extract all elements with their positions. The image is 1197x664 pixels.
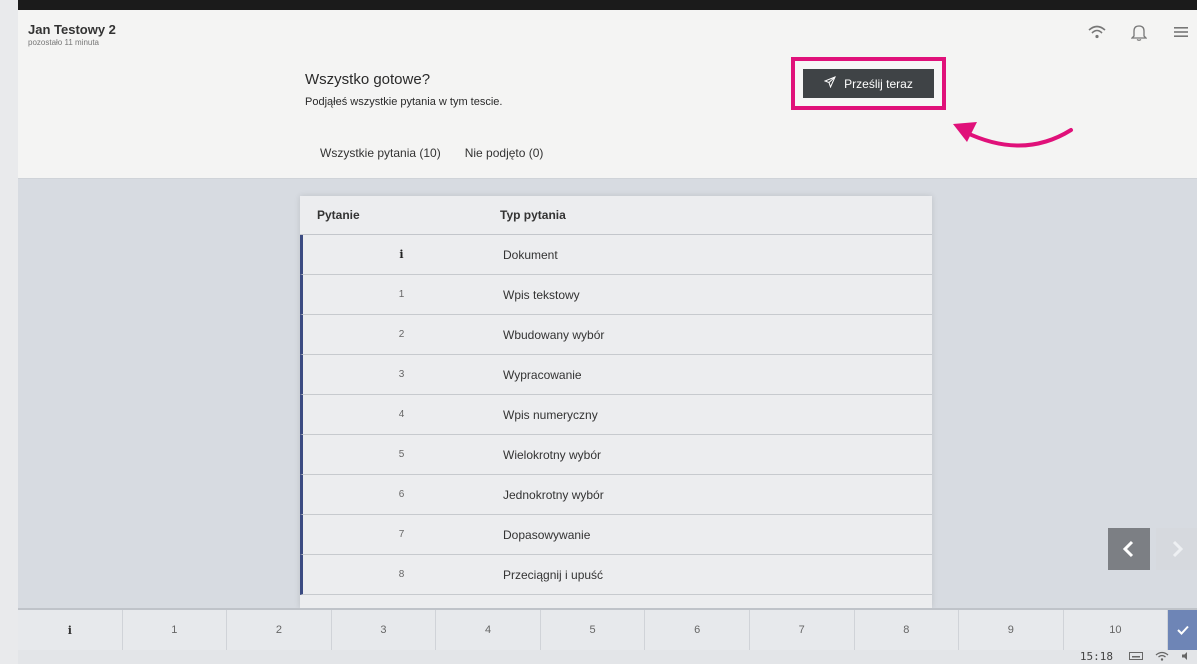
system-clock: 15:18 [1079,650,1113,663]
screen-bezel-top [0,0,1197,10]
question-number: 5 [398,449,405,460]
table-row[interactable]: 1 Wpis tekstowy [300,275,932,315]
question-number: 8 [398,569,405,580]
send-icon [823,76,837,91]
screen: Jan Testowy 2 pozostało 11 minuta Wszyst… [18,10,1197,664]
table-row[interactable]: 7 Dopasowywanie [300,515,932,555]
send-now-button[interactable]: Prześlij teraz [803,69,934,98]
question-number: 4 [398,409,405,420]
question-type: Wpis numeryczny [503,407,598,422]
check-icon [1176,625,1189,635]
question-type: Wypracowanie [503,367,582,382]
question-type: Przeciągnij i upuść [503,567,604,582]
table-header: Pytanie Typ pytania [300,196,932,235]
page-subtitle: Podjąłeś wszystkie pytania w tym tescie. [305,96,503,108]
tab-all-questions[interactable]: Wszystkie pytania (10) [320,146,441,160]
question-type: Dopasowywanie [503,527,591,542]
previous-button[interactable] [1108,528,1150,570]
screen-bezel-left [0,0,18,664]
menu-icon[interactable] [1171,22,1191,42]
bell-icon[interactable] [1129,22,1149,42]
table-row[interactable]: 8 Przeciągnij i upuść [300,555,932,595]
top-panel: Jan Testowy 2 pozostało 11 minuta Wszyst… [18,10,1197,179]
nav-question-10[interactable]: 10 [1064,610,1169,650]
nav-question-6[interactable]: 6 [645,610,750,650]
tab-not-attempted[interactable]: Nie podjęto (0) [465,146,544,160]
nav-question-8[interactable]: 8 [855,610,960,650]
question-number: 6 [398,489,405,500]
nav-question-2[interactable]: 2 [227,610,332,650]
table-row[interactable]: 5 Wielokrotny wybór [300,435,932,475]
system-status-bar: 15:18 [18,650,1197,664]
keyboard-icon[interactable] [1129,651,1143,661]
question-type: Wbudowany wybór [503,327,605,342]
questions-table: Pytanie Typ pytania i Dokument 1 Wpis teks… [300,196,932,608]
review-check-button[interactable] [1168,610,1197,650]
question-number: 1 [398,289,405,300]
column-header-question: Pytanie [317,208,360,222]
question-number: i [399,248,404,261]
question-type: Dokument [503,247,558,262]
table-row[interactable]: 3 Wypracowanie [300,355,932,395]
question-number: 3 [398,369,405,380]
nav-question-1[interactable]: 1 [123,610,228,650]
table-row[interactable]: 6 Jednokrotny wybór [300,475,932,515]
chevron-right-icon [1172,540,1184,558]
question-number: 7 [398,529,405,540]
column-header-type: Typ pytania [500,208,566,222]
volume-icon[interactable] [1181,651,1191,661]
question-tabs: Wszystkie pytania (10) Nie podjęto (0) [320,146,543,160]
send-now-label: Prześlij teraz [844,76,913,91]
chevron-left-icon [1122,540,1134,558]
status-icons [1129,651,1191,661]
table-row[interactable]: 4 Wpis numeryczny [300,395,932,435]
question-type: Jednokrotny wybór [503,487,604,502]
time-left: pozostało 11 minuta [28,38,100,47]
question-number: 2 [398,329,405,340]
top-icons [1087,22,1191,42]
wifi-icon[interactable] [1087,22,1107,42]
send-highlight-box: Prześlij teraz [791,57,946,110]
question-navigation-bar: i 1 2 3 4 5 6 7 8 9 10 [18,608,1197,650]
wifi-status-icon[interactable] [1155,651,1169,661]
table-row[interactable]: i Dokument [300,235,932,275]
user-name: Jan Testowy 2 [28,22,116,37]
nav-question-9[interactable]: 9 [959,610,1064,650]
nav-question-4[interactable]: 4 [436,610,541,650]
page-title: Wszystko gotowe? [305,71,431,88]
highlight-arrow [953,122,1073,148]
question-type: Wielokrotny wybór [503,447,602,462]
table-row[interactable]: 2 Wbudowany wybór [300,315,932,355]
next-button[interactable] [1156,528,1197,570]
nav-question-7[interactable]: 7 [750,610,855,650]
nav-question-3[interactable]: 3 [332,610,437,650]
nav-question-5[interactable]: 5 [541,610,646,650]
question-type: Wpis tekstowy [503,287,580,302]
nav-question-info[interactable]: i [18,610,123,650]
